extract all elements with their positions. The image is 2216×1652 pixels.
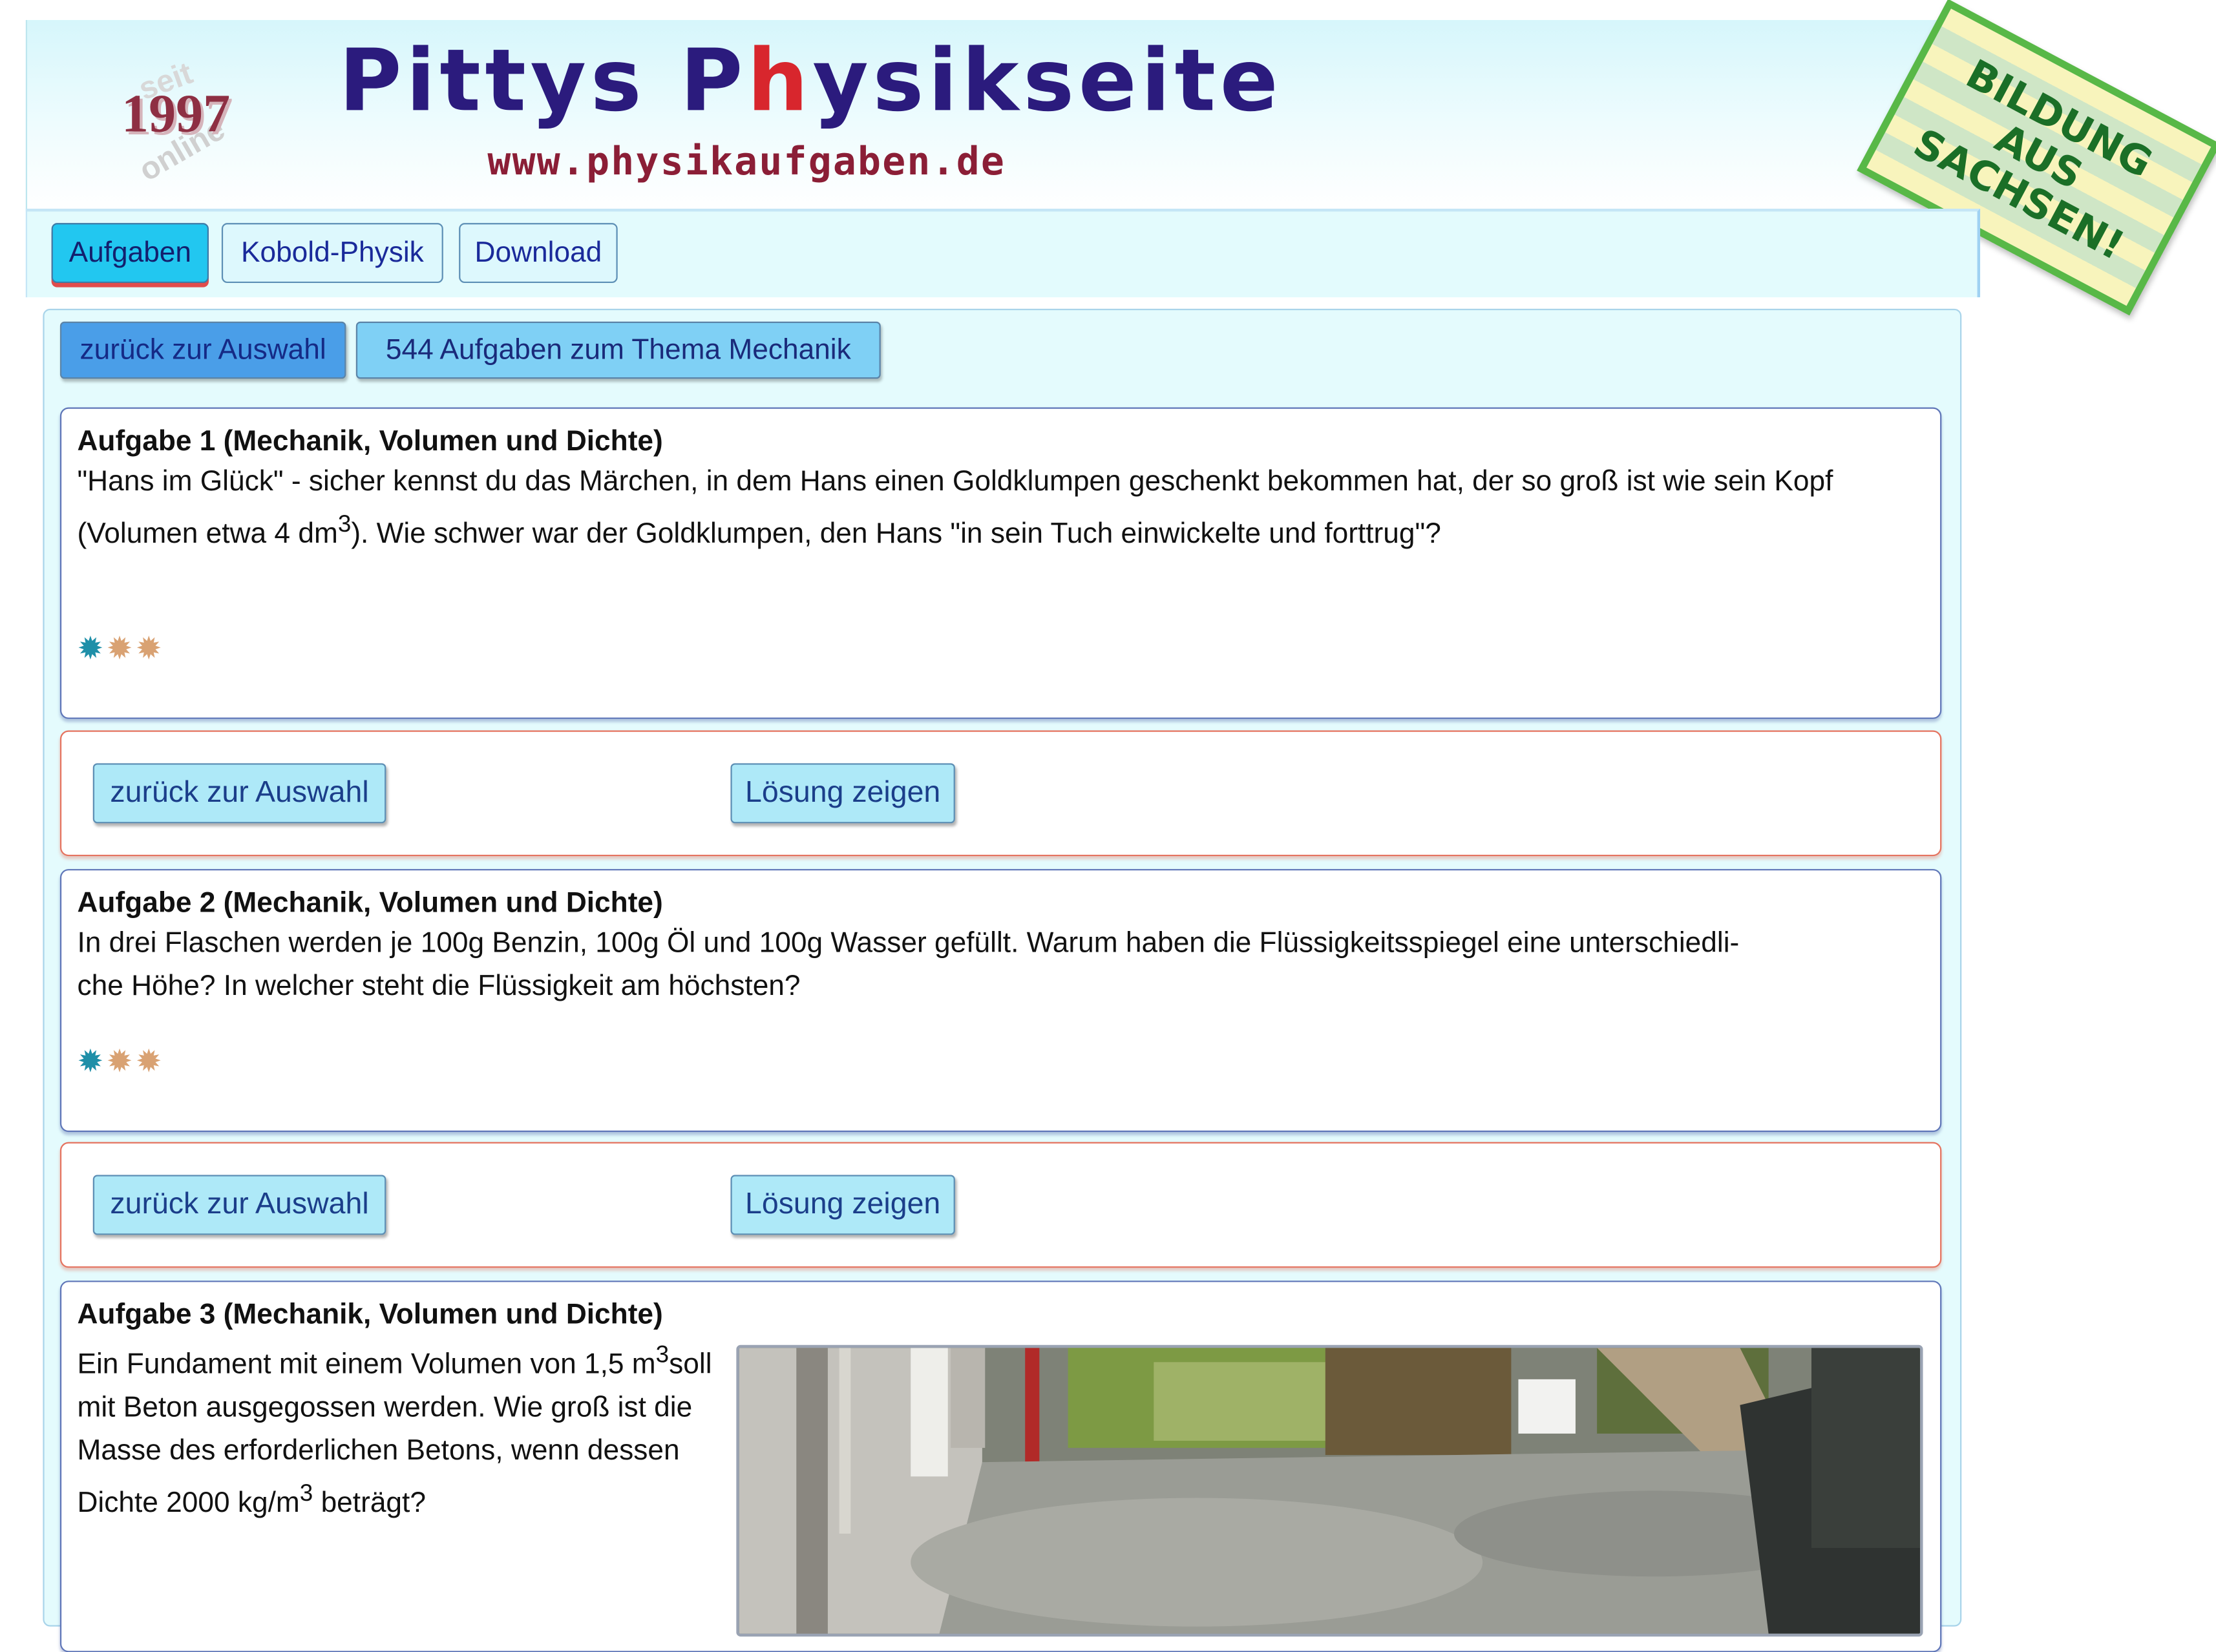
concrete-photo-illustration bbox=[739, 1348, 1921, 1634]
page: seit online 1997 Pittys Physikseite www.… bbox=[0, 0, 2216, 1652]
task-3-superscript-2: 3 bbox=[299, 1478, 313, 1507]
site-header: seit online 1997 Pittys Physikseite www.… bbox=[25, 19, 1978, 209]
star-icon: ✹ bbox=[106, 1045, 133, 1081]
tab-download[interactable]: Download bbox=[459, 223, 618, 284]
site-title-h: h bbox=[747, 31, 813, 132]
show-solution-button[interactable]: Lösung zeigen bbox=[730, 1175, 955, 1235]
tab-kobold-physik[interactable]: Kobold-Physik bbox=[221, 223, 443, 284]
back-to-selection-button-top[interactable]: zurück zur Auswahl bbox=[59, 321, 346, 379]
star-icon: ✹ bbox=[135, 631, 162, 668]
main-nav: Aufgaben Kobold-Physik Download bbox=[25, 208, 1981, 298]
task-card-3: Aufgabe 3 (Mechanik, Volumen und Dichte)… bbox=[59, 1281, 1942, 1652]
task-3-superscript-1: 3 bbox=[655, 1341, 670, 1368]
back-to-selection-button[interactable]: zurück zur Auswahl bbox=[92, 1175, 386, 1235]
task-1-text-b: ). Wie schwer war der Goldklumpen, den H… bbox=[351, 518, 1441, 550]
task-card-2: Aufgabe 2 (Mechanik, Volumen und Dichte)… bbox=[59, 869, 1942, 1133]
task-3-text-c: beträgt? bbox=[313, 1487, 426, 1519]
site-title[interactable]: Pittys Physikseite bbox=[339, 32, 1282, 132]
star-icon: ✹ bbox=[77, 631, 104, 668]
site-url[interactable]: www.physikaufgaben.de bbox=[487, 140, 1006, 185]
task-3-text: Ein Fundament mit einem Volumen von 1,5 … bbox=[77, 1333, 717, 1524]
task-2-title: Aufgabe 2 (Mechanik, Volumen und Dichte) bbox=[77, 887, 663, 919]
task-2-text-line-2: che Höhe? In welcher steht die Flüssigke… bbox=[77, 970, 801, 1002]
task-card-1: Aufgabe 1 (Mechanik, Volumen und Dichte)… bbox=[59, 407, 1942, 719]
task-1-actions: zurück zur Auswahl Lösung zeigen bbox=[59, 730, 1942, 857]
site-url-h: h bbox=[611, 140, 636, 185]
task-1-difficulty-rating: ✹ ✹ ✹ bbox=[77, 634, 162, 666]
task-2-text-line-1: In drei Flaschen werden je 100g Benzin, … bbox=[77, 927, 1740, 959]
task-1-text: "Hans im Glück" - sicher kennst du das M… bbox=[77, 460, 1924, 555]
back-to-selection-button[interactable]: zurück zur Auswahl bbox=[92, 763, 386, 824]
task-1-title: Aufgabe 1 (Mechanik, Volumen und Dichte) bbox=[77, 426, 663, 457]
site-title-part1: Pittys P bbox=[339, 31, 748, 132]
site-title-part2: ysikseite bbox=[812, 31, 1283, 132]
task-3-text-a: Ein Fundament mit einem Volumen von 1,5 … bbox=[77, 1348, 656, 1381]
star-icon: ✹ bbox=[77, 1045, 104, 1081]
topic-mechanik-button[interactable]: 544 Aufgaben zum Thema Mechanik bbox=[355, 321, 881, 379]
star-icon: ✹ bbox=[135, 1045, 162, 1081]
logo-year: 1997 bbox=[121, 84, 231, 145]
concrete-foundation-photo bbox=[736, 1344, 1923, 1637]
task-1-superscript: 3 bbox=[337, 510, 352, 538]
site-url-part2: ysikaufgaben.de bbox=[635, 140, 1006, 185]
task-2-difficulty-rating: ✹ ✹ ✹ bbox=[77, 1045, 162, 1081]
site-url-part1: www.p bbox=[487, 140, 611, 185]
show-solution-button[interactable]: Lösung zeigen bbox=[730, 763, 955, 824]
task-2-actions: zurück zur Auswahl Lösung zeigen bbox=[59, 1142, 1942, 1268]
main-content: zurück zur Auswahl 544 Aufgaben zum Them… bbox=[43, 308, 1962, 1652]
tab-aufgaben[interactable]: Aufgaben bbox=[51, 223, 209, 284]
task-3-title: Aufgabe 3 (Mechanik, Volumen und Dichte) bbox=[77, 1299, 663, 1331]
star-icon: ✹ bbox=[106, 631, 133, 668]
